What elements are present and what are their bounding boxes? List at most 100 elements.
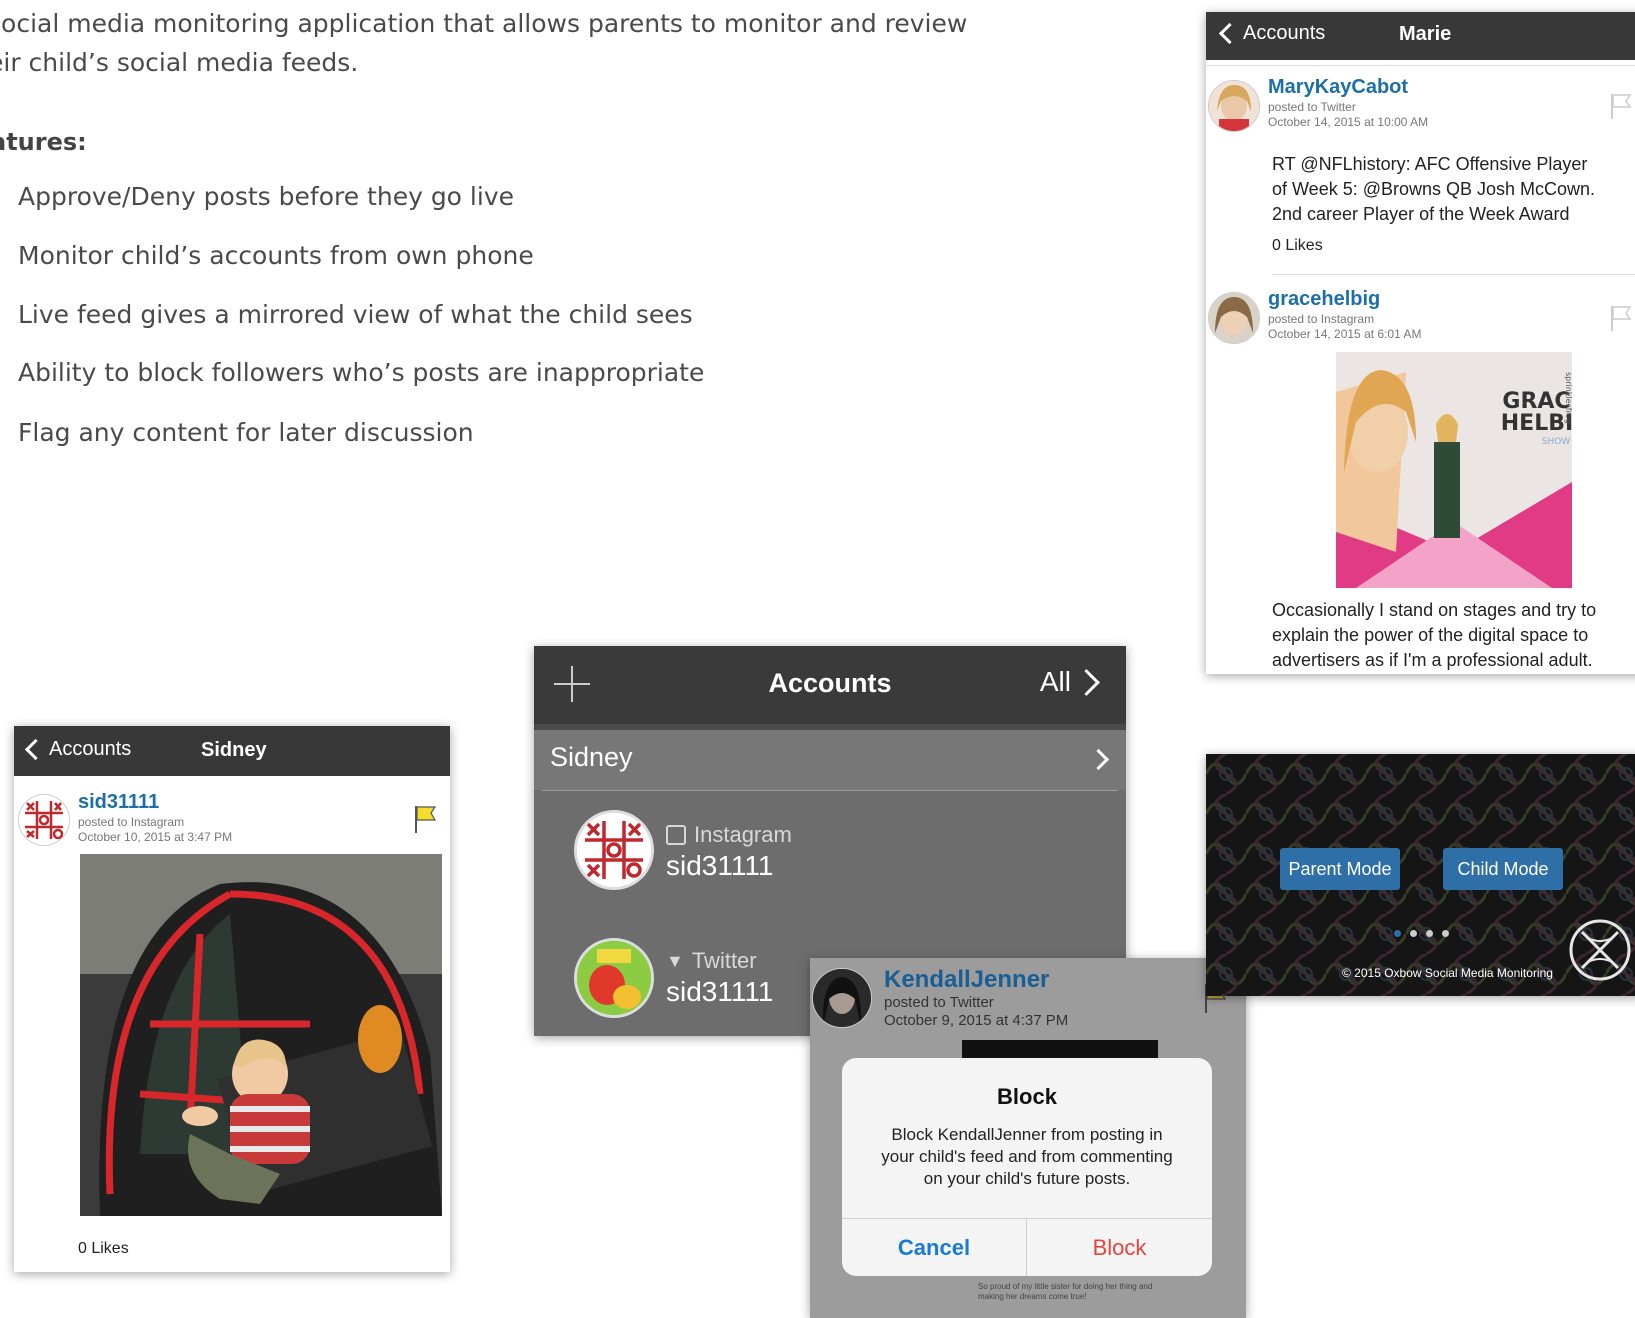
image-text-helbig: HELBIG <box>1501 411 1572 436</box>
alert-message-line: your child's feed and from commenting <box>881 1147 1173 1166</box>
child-mode-button[interactable]: Child Mode <box>1443 848 1563 890</box>
alert-message-line: Block KendallJenner from posting in <box>891 1125 1163 1144</box>
feature-item: Monitor child’s accounts from own phone <box>18 241 534 270</box>
account-network: ▼ Twitter <box>666 948 757 974</box>
page-dot <box>1426 930 1433 937</box>
feature-item: Ability to block followers who’s posts a… <box>18 358 705 387</box>
post-date: October 14, 2015 at 10:00 AM <box>1268 115 1429 129</box>
cartoon-avatar <box>577 941 651 1015</box>
oxbow-logo-icon <box>1568 918 1632 987</box>
feature-item: Approve/Deny posts before they go live <box>18 182 514 211</box>
post-date: October 9, 2015 at 4:37 PM <box>884 1012 1069 1029</box>
image-text-show: SHOW <box>1542 437 1571 447</box>
likes-count: 0 Likes <box>1272 237 1323 254</box>
post-meta: posted to Twitter October 9, 2015 at 4:3… <box>884 994 1068 1030</box>
account-row[interactable]: Instagram sid31111 <box>534 796 1126 916</box>
mode-selection-screenshot: Parent Mode Child Mode © 2015 Oxbow Soci… <box>1206 754 1635 996</box>
post-image[interactable]: GRACE HELBIG SHOW sprinklesfrog <box>1336 352 1572 588</box>
parent-mode-button[interactable]: Parent Mode <box>1280 848 1400 890</box>
nav-bar: Accounts Marie <box>1206 12 1635 60</box>
caption-line: So proud of my little sister for doing h… <box>978 1282 1153 1291</box>
page-dot <box>1410 930 1417 937</box>
post-text-line: Occasionally I stand on stages and try t… <box>1272 600 1597 620</box>
posted-to: posted to Twitter <box>1268 100 1356 114</box>
caption-line: making her dreams come true! <box>978 1292 1087 1301</box>
image-side-text: sprinklesfrog <box>1564 372 1572 424</box>
account-username: sid31111 <box>666 976 774 1007</box>
tic-tac-toe-avatar <box>19 795 69 845</box>
avatar[interactable] <box>812 968 872 1028</box>
twitter-icon: ▼ <box>666 950 684 971</box>
post-text: RT @NFLhistory: AFC Offensive Player of … <box>1272 152 1595 227</box>
flag-icon[interactable] <box>414 804 438 839</box>
avatar[interactable] <box>1208 80 1260 132</box>
post-username[interactable]: sid31111 <box>78 791 159 814</box>
avatar-photo <box>1209 81 1259 131</box>
alert-title: Block <box>997 1084 1057 1109</box>
section-title: Sidney <box>550 742 633 772</box>
avatar-photo <box>1209 293 1259 343</box>
post-text: Occasionally I stand on stages and try t… <box>1272 598 1596 673</box>
chevron-left-icon <box>24 738 47 761</box>
alert-message-line: on your child's future posts. <box>923 1169 1131 1188</box>
feature-item: Live feed gives a mirrored view of what … <box>18 300 693 329</box>
features-heading: atures: <box>0 128 87 156</box>
intro-line-1: social media monitoring application that… <box>0 9 968 38</box>
post-image[interactable] <box>80 854 442 1216</box>
account-username: sid31111 <box>666 850 774 881</box>
page-dot <box>1442 930 1449 937</box>
avatar <box>574 938 654 1018</box>
avatar[interactable] <box>1208 292 1260 344</box>
post-meta: posted to Instagram October 14, 2015 at … <box>1268 312 1421 342</box>
page-indicator[interactable] <box>1394 930 1449 937</box>
intro-line-2: eir child’s social media feeds. <box>0 48 359 77</box>
block-alert-dialog: Block Block KendallJenner from posting i… <box>842 1058 1212 1276</box>
post-meta: posted to Twitter October 14, 2015 at 10… <box>1268 100 1428 130</box>
instagram-icon <box>666 825 686 845</box>
post-text-line: RT @NFLhistory: AFC Offensive Player <box>1272 154 1588 174</box>
post-meta: posted to Instagram October 10, 2015 at … <box>78 815 232 845</box>
tic-tac-toe-avatar <box>577 813 651 887</box>
avatar[interactable] <box>18 794 70 846</box>
section-row-sidney[interactable]: Sidney <box>534 730 1126 790</box>
posted-to: posted to Instagram <box>78 815 185 829</box>
feature-item: Flag any content for later discussion <box>18 418 474 447</box>
chevron-left-icon <box>1218 22 1241 45</box>
network-label: Twitter <box>691 948 757 973</box>
alert-message: Block KendallJenner from posting in your… <box>842 1124 1212 1190</box>
block-button[interactable]: Block <box>1027 1219 1212 1276</box>
account-network: Instagram <box>666 822 792 848</box>
flag-icon[interactable] <box>1610 304 1632 337</box>
chevron-right-icon <box>1087 748 1110 771</box>
post-text-line: advertisers as if I'm a professional adu… <box>1272 650 1593 670</box>
nav-title: Marie <box>1399 23 1452 45</box>
all-button[interactable]: All <box>1039 666 1100 698</box>
nav-title: Sidney <box>201 739 267 761</box>
avatar-photo <box>813 969 871 1027</box>
back-button[interactable]: Accounts <box>24 738 131 761</box>
divider <box>542 790 1118 791</box>
intro-paragraph: social media monitoring application that… <box>0 4 1068 82</box>
post-text-line: 2nd career Player of the Week Award <box>1272 204 1570 224</box>
likes-count: 0 Likes <box>78 1240 129 1257</box>
posted-to: posted to Instagram <box>1268 312 1375 326</box>
posted-to: posted to Twitter <box>884 994 994 1011</box>
post-date: October 10, 2015 at 3:47 PM <box>78 830 233 844</box>
nav-title: Accounts <box>768 668 892 698</box>
post-username[interactable]: gracehelbig <box>1268 288 1380 311</box>
page-dot <box>1394 930 1401 937</box>
flag-icon[interactable] <box>1610 92 1632 125</box>
post-username[interactable]: MaryKayCabot <box>1268 76 1408 99</box>
post-username[interactable]: KendallJenner <box>884 966 1049 994</box>
network-label: Instagram <box>694 822 792 847</box>
nav-bar: Accounts All <box>534 646 1126 724</box>
cancel-button[interactable]: Cancel <box>842 1219 1026 1276</box>
child-in-stroller-photo <box>80 854 442 1216</box>
block-dialog-screenshot: KendallJenner posted to Twitter October … <box>810 958 1246 1318</box>
all-label: All <box>1039 666 1071 697</box>
back-label: Accounts <box>1243 22 1326 44</box>
grace-helbig-show-image: GRACE HELBIG SHOW sprinklesfrog <box>1336 352 1572 588</box>
marie-feed-screenshot: Accounts Marie MaryKayCabot posted to Tw… <box>1206 12 1635 674</box>
back-button[interactable]: Accounts <box>1218 22 1325 45</box>
divider <box>1206 65 1635 66</box>
